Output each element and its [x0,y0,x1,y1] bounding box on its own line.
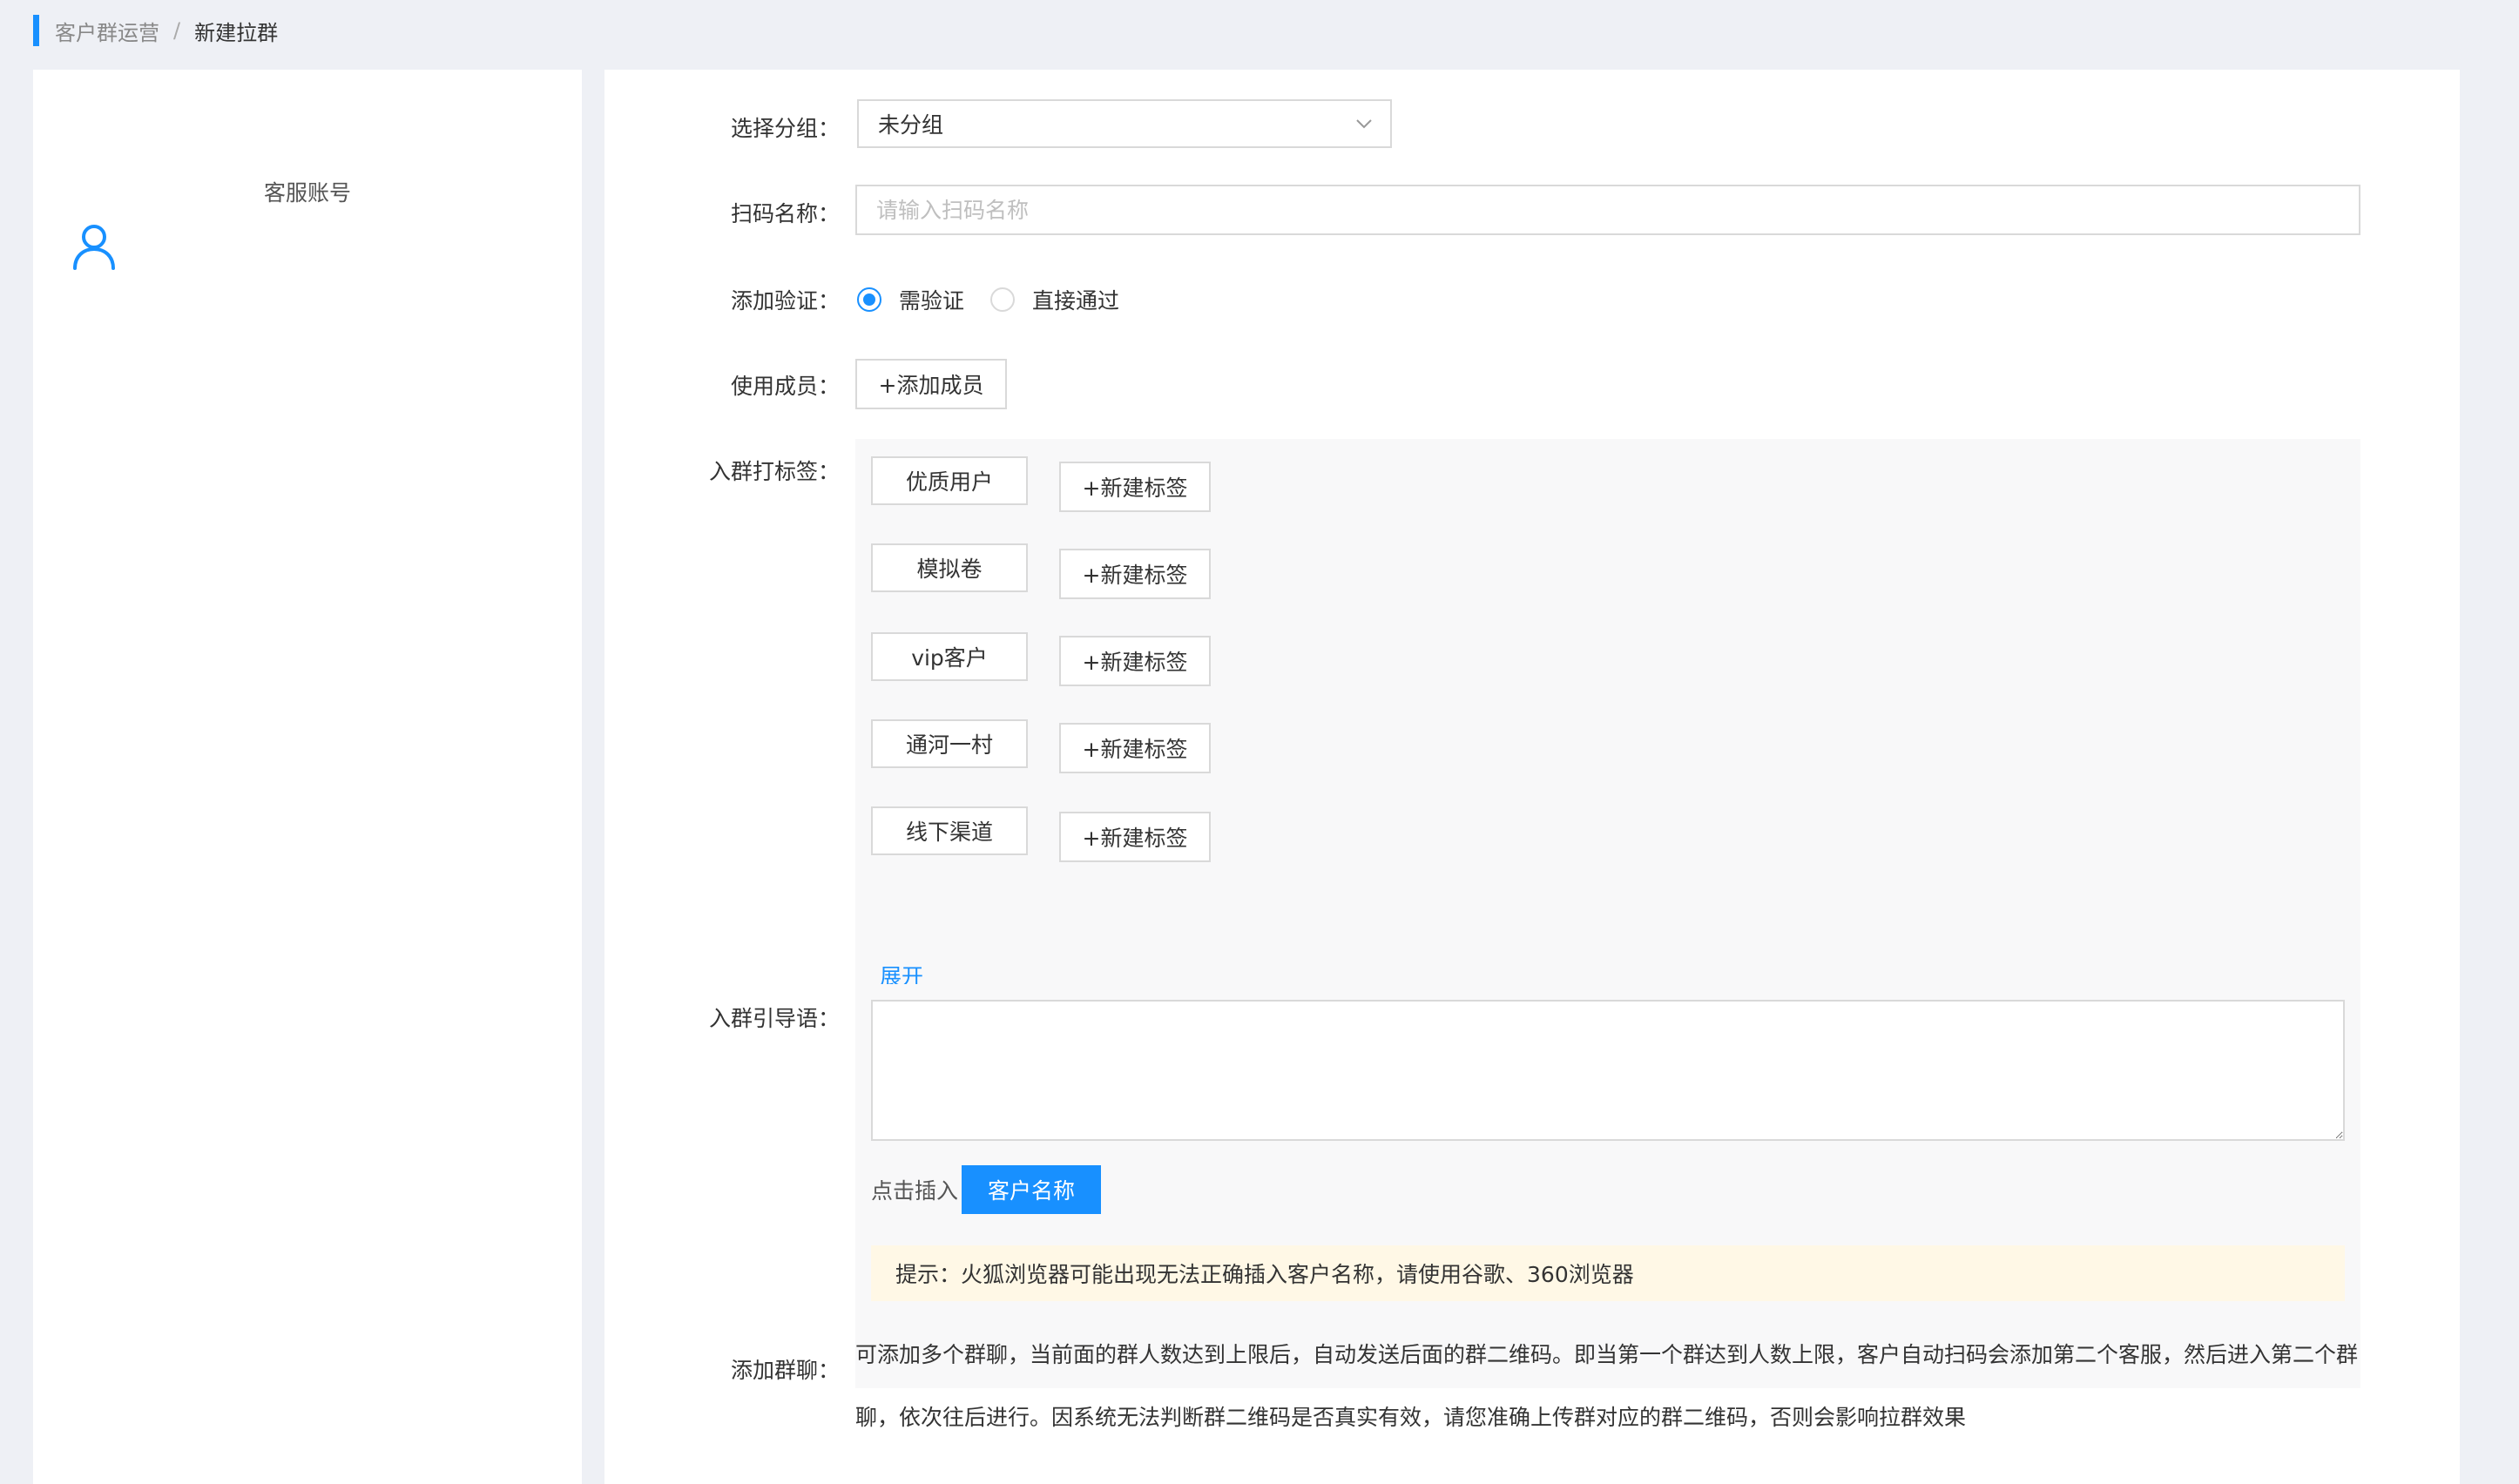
radio-unchecked-icon [990,287,1016,312]
verify-radio-group: 需验证 直接通过 [857,284,1145,315]
group-chat-description: 可添加多个群聊，当前面的群人数达到上限后，自动发送后面的群二维码。即当第一个群达… [855,1342,2359,1430]
chevron-down-icon [1356,119,1372,129]
group-chat-label: 添加群聊： [730,1358,840,1383]
new-tag-button[interactable]: +新建标签 [1059,812,1211,862]
verify-label: 添加验证： [730,288,840,314]
group-select-value: 未分组 [878,112,944,138]
user-icon[interactable] [71,223,117,270]
tag-item[interactable]: vip客户 [871,632,1028,681]
insert-customer-name-button[interactable]: 客户名称 [962,1165,1101,1214]
verify-direct-radio[interactable]: 直接通过 [990,284,1119,315]
form-panel: 选择分组： 未分组 扫码名称： 添加验证： 需验证 直接通过 使用成员： +添加… [604,70,2460,1484]
tag-item[interactable]: 线下渠道 [871,806,1028,855]
new-tag-button[interactable]: +新建标签 [1059,636,1211,686]
radio-checked-icon [857,287,881,312]
tags-area: 优质用户 +新建标签 模拟卷 +新建标签 vip客户 +新建标签 通河一村 +新… [855,439,2360,1010]
group-select[interactable]: 未分组 [857,99,1392,148]
new-tag-button[interactable]: +新建标签 [1059,462,1211,512]
tag-item[interactable]: 通河一村 [871,719,1028,768]
tags-label: 入群打标签： [708,459,840,484]
verify-direct-label: 直接通过 [1032,288,1120,314]
tag-item[interactable]: 模拟卷 [871,543,1028,592]
guide-label: 入群引导语： [708,1006,840,1031]
service-account-title: 客服账号 [263,180,351,206]
breadcrumb-accent-bar [33,15,39,46]
add-member-button[interactable]: +添加成员 [855,359,1007,409]
scan-name-label: 扫码名称： [730,201,840,226]
breadcrumb: 客户群运营 / 新建拉群 [33,14,278,47]
insert-label: 点击插入 [871,1178,959,1204]
guide-textarea[interactable] [871,1000,2345,1141]
new-tag-button[interactable]: +新建标签 [1059,723,1211,773]
scan-name-input[interactable] [855,185,2360,235]
breadcrumb-current: 新建拉群 [194,20,279,45]
verify-required-radio[interactable]: 需验证 [857,284,964,315]
service-account-panel: 客服账号 [33,70,582,1484]
new-tag-button[interactable]: +新建标签 [1059,549,1211,599]
tag-item[interactable]: 优质用户 [871,456,1028,505]
members-label: 使用成员： [730,374,840,399]
breadcrumb-parent-link[interactable]: 客户群运营 [55,16,159,46]
breadcrumb-separator: / [173,18,181,43]
browser-tip: 提示：火狐浏览器可能出现无法正确插入客户名称，请使用谷歌、360浏览器 [871,1245,2345,1301]
group-label: 选择分组： [730,116,840,141]
verify-required-label: 需验证 [899,288,965,314]
